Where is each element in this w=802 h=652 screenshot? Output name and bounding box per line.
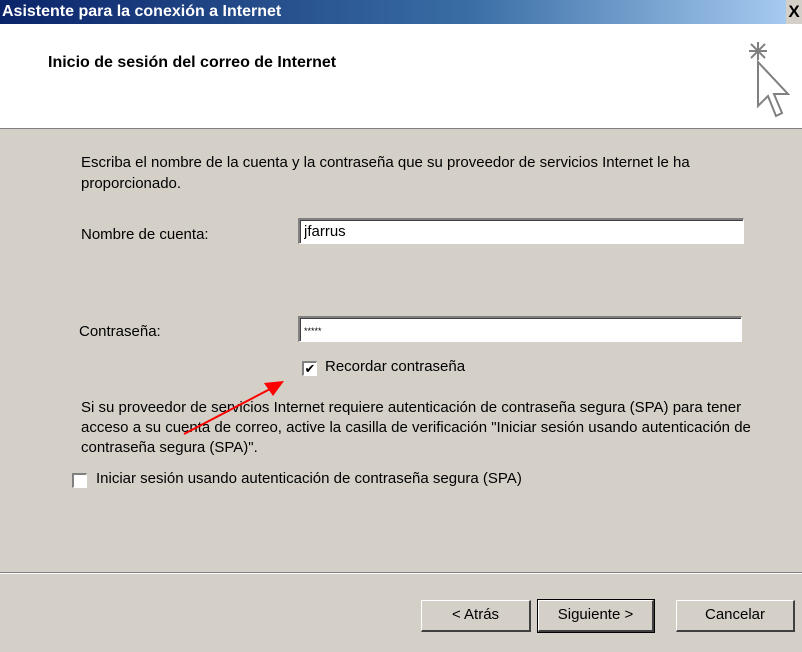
spa-checkbox-label[interactable]: Iniciar sesión usando autenticación de c… <box>96 470 522 487</box>
annotation-arrow-icon <box>183 381 284 435</box>
password-label: Contraseña: <box>79 323 161 340</box>
window-title: Asistente para la conexión a Internet <box>2 3 282 20</box>
intro-text: Escriba el nombre de la cuenta y la cont… <box>81 154 690 192</box>
spa-checkbox[interactable] <box>72 473 87 488</box>
check-mark-icon: ✔ <box>304 361 316 376</box>
wizard-header: Inicio de sesión del correo de Internet <box>0 24 802 129</box>
password-input[interactable] <box>298 316 742 342</box>
wizard-cursor-icon <box>749 42 791 118</box>
page-title: Inicio de sesión del correo de Internet <box>48 54 337 71</box>
back-button[interactable]: < Atrás <box>421 600 531 632</box>
title-bar: Asistente para la conexión a Internet <box>0 0 786 24</box>
remember-password-checkbox[interactable]: ✔ <box>302 361 317 376</box>
cancel-button[interactable]: Cancelar <box>676 600 795 632</box>
next-button[interactable]: Siguiente > <box>537 599 655 633</box>
wizard-body <box>0 129 802 572</box>
account-label: Nombre de cuenta: <box>81 226 209 243</box>
account-name-input[interactable] <box>298 218 744 244</box>
close-button[interactable]: X <box>786 0 802 24</box>
remember-password-label[interactable]: Recordar contraseña <box>325 358 465 375</box>
